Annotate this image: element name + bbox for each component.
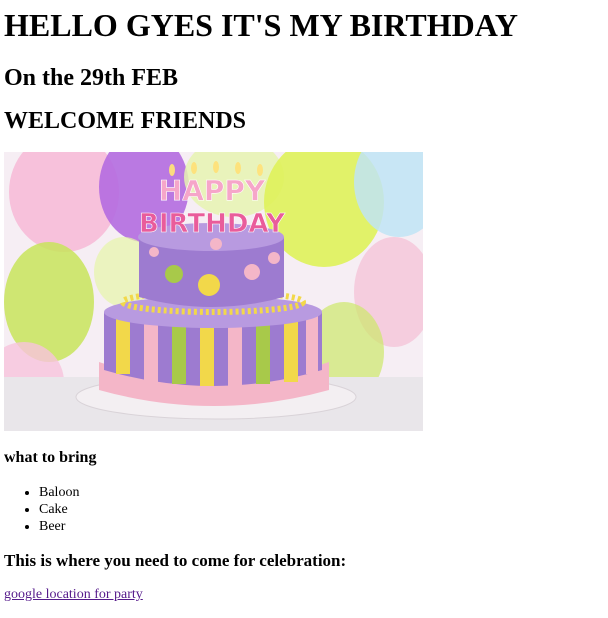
location-heading: This is where you need to come for celeb… — [4, 551, 347, 570]
list-item: Cake — [39, 501, 608, 518]
bring-heading: what to bring — [4, 449, 97, 466]
date-heading: On the 29th FEB — [4, 65, 179, 91]
page: HELLO GYES IT'S MY BIRTHDAY On the 29th … — [0, 0, 608, 618]
cake-topper-birthday: BIRTHDAY — [139, 209, 286, 239]
bring-list: Baloon Cake Beer — [4, 484, 608, 535]
list-item: Beer — [39, 518, 608, 535]
welcome-heading: WELCOME FRIENDS — [4, 108, 247, 134]
list-item: Baloon — [39, 484, 608, 501]
page-title: HELLO GYES IT'S MY BIRTHDAY — [4, 7, 518, 43]
party-location-link[interactable]: google location for party — [4, 586, 143, 603]
cake-illustration: HAPPY BIRTHDAY — [4, 152, 423, 431]
birthday-cake-image: HAPPY BIRTHDAY — [4, 152, 423, 431]
cake-topper-happy: HAPPY — [159, 174, 266, 207]
